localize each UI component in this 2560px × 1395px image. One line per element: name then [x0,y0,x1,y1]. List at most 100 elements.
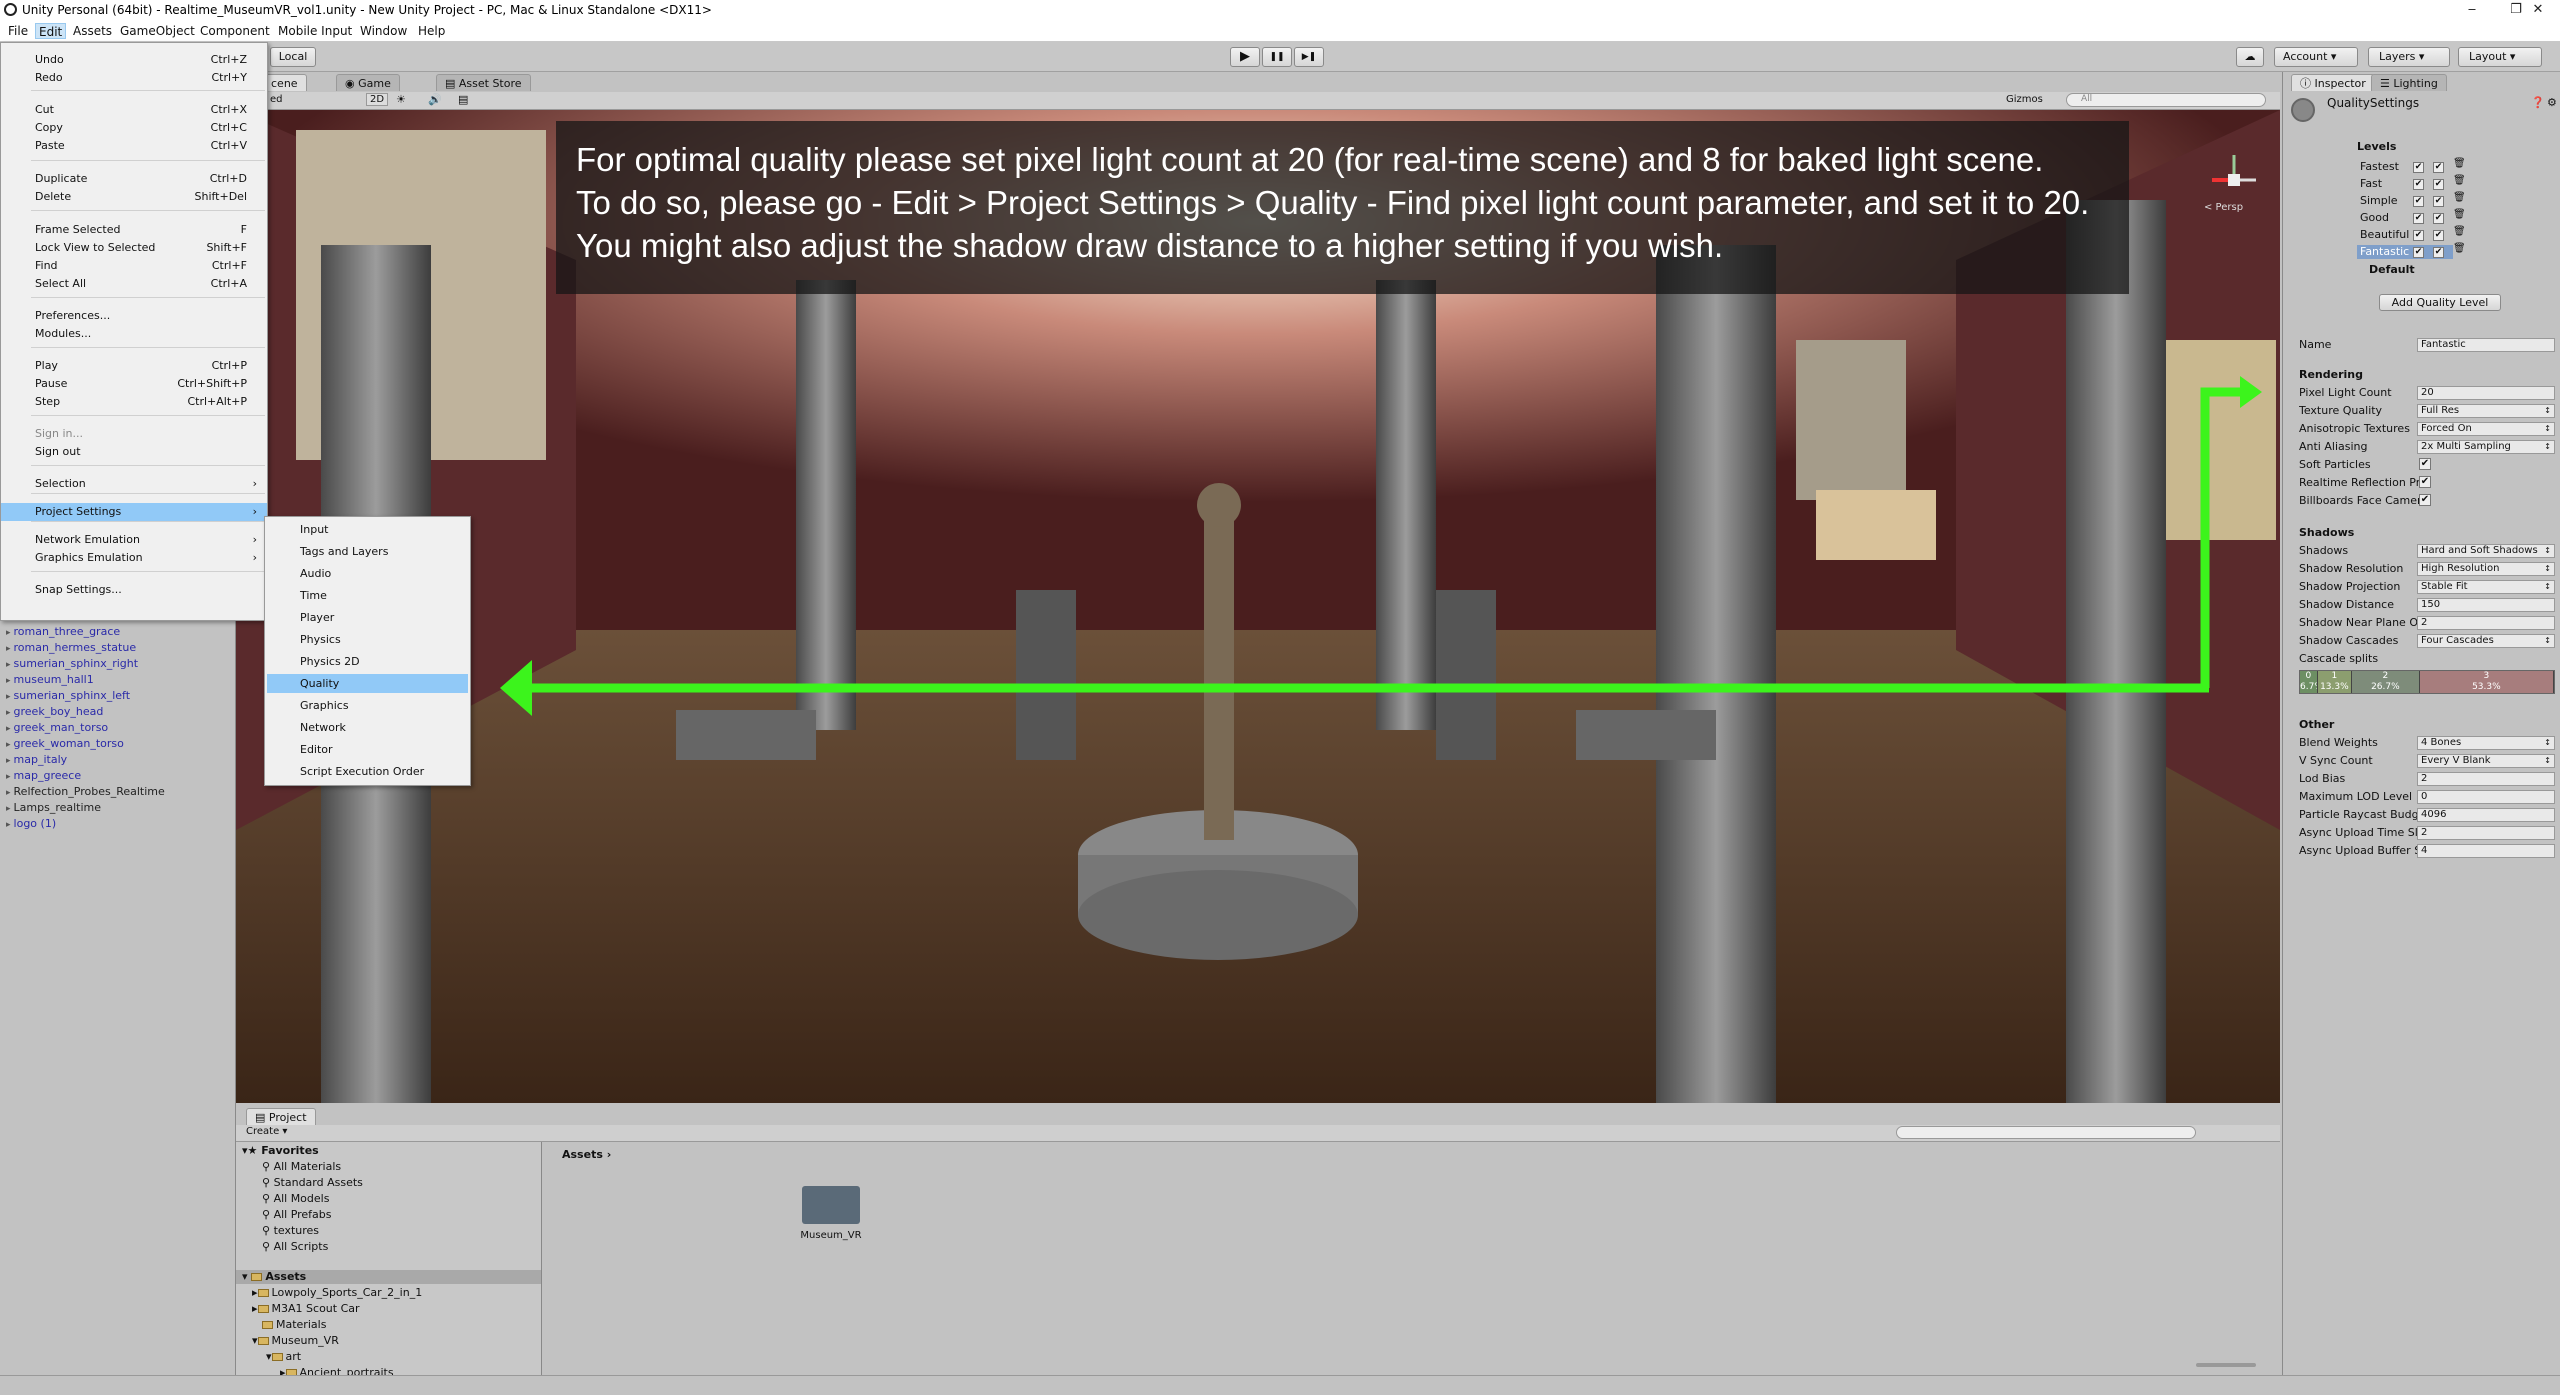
favorite-item[interactable]: ⚲ All Prefabs [262,1208,332,1222]
billboards-face-camera-checkbox[interactable]: ✔ [2419,494,2431,506]
realtime-reflection-probes-checkbox[interactable]: ✔ [2419,476,2431,488]
blend-weights-dropdown[interactable]: 4 Bones [2417,736,2555,750]
edit-menu-item[interactable]: Sign out [1,443,267,461]
edit-menu-item[interactable]: Step Ctrl+Alt+P [1,393,267,411]
hierarchy-item[interactable]: greek_man_torso [6,721,109,736]
menu-component[interactable]: Component [197,23,273,39]
submenu-item[interactable]: Script Execution Order [267,762,468,781]
tab-scene[interactable]: cene [262,74,307,91]
2d-toggle[interactable]: 2D [366,93,389,106]
asset-folder[interactable]: ▸ Lowpoly_Sports_Car_2_in_1 [252,1286,422,1300]
edit-menu-item[interactable]: Select All Ctrl+A [1,275,267,293]
submenu-item[interactable]: Physics [267,630,468,649]
submenu-item[interactable]: Physics 2D [267,652,468,671]
shadows-dropdown[interactable]: Hard and Soft Shadows [2417,544,2555,558]
create-dropdown[interactable]: Create ▾ [246,1126,287,1137]
cloud-icon[interactable]: ☁ [2236,47,2264,67]
submenu-item[interactable]: Editor [267,740,468,759]
shadow-distance-field[interactable]: 150 [2417,598,2555,612]
tab-lighting[interactable]: ☰ Lighting [2371,74,2447,91]
edit-menu-item[interactable]: Redo Ctrl+Y [1,69,267,87]
menu-help[interactable]: Help [415,23,448,39]
submenu-item[interactable]: Quality [267,674,468,693]
hierarchy-item[interactable]: roman_three_grace [6,625,121,640]
menu-edit[interactable]: Edit [35,23,67,39]
hierarchy-item[interactable]: sumerian_sphinx_left [6,689,131,704]
vsync-count-dropdown[interactable]: Every V Blank [2417,754,2555,768]
hierarchy-item[interactable]: museum_hall1 [6,673,94,688]
level-checkboxes[interactable]: ✔ ✔ ✔ ✔ ✔ ✔ ✔ ✔ ✔ ✔ ✔ ✔ [2413,140,2447,272]
cascade-split-segment[interactable]: 1 13.3% [2317,671,2352,693]
light-toggle-icon[interactable]: ☀ [396,93,406,106]
name-field[interactable]: Fantastic [2417,338,2555,352]
cascade-split-segment[interactable]: 2 26.7% [2352,671,2420,693]
tab-inspector[interactable]: ⓘ Inspector [2291,74,2375,91]
minimize-button[interactable]: ‒ [2450,0,2494,20]
anisotropic-textures-dropdown[interactable]: Forced On [2417,422,2555,436]
submenu-item[interactable]: Network [267,718,468,737]
delete-level-icons[interactable]: 🗑 🗑 🗑 🗑 🗑 🗑 [2453,158,2466,262]
hierarchy-item[interactable]: sumerian_sphinx_right [6,657,139,672]
hierarchy-item[interactable]: map_greece [6,769,82,784]
anti-aliasing-dropdown[interactable]: 2x Multi Sampling [2417,440,2555,454]
audio-toggle-icon[interactable]: 🔊 [428,93,442,106]
edit-menu-item[interactable]: Selection › [1,475,267,493]
menu-mobile-input[interactable]: Mobile Input [275,23,355,39]
tab-project[interactable]: ▤ Project [246,1108,316,1125]
cascade-splits-bar[interactable]: 06.7%113.3%226.7%353.3% [2299,670,2555,694]
submenu-item[interactable]: Input [267,520,468,539]
favorite-item[interactable]: ⚲ All Materials [262,1160,341,1174]
hierarchy-item[interactable]: greek_woman_torso [6,737,124,752]
favorites-title[interactable]: ▾★ Favorites [242,1144,319,1158]
add-quality-level-button[interactable]: Add Quality Level [2379,294,2501,311]
async-upload-time-slice-field[interactable]: 2 [2417,826,2555,840]
edit-menu-item[interactable]: Paste Ctrl+V [1,137,267,155]
pixel-light-count-field[interactable]: 20 [2417,386,2555,400]
edit-menu-item[interactable]: Pause Ctrl+Shift+P [1,375,267,393]
edit-menu-item[interactable]: Preferences... [1,307,267,325]
edit-menu-item[interactable]: Graphics Emulation › [1,549,267,567]
edit-menu-item[interactable]: Duplicate Ctrl+D [1,170,267,188]
cascade-split-segment[interactable]: 06.7% [2300,671,2318,693]
menu-gameobject[interactable]: GameObject [117,23,198,39]
account-dropdown[interactable]: Account ▾ [2274,47,2358,67]
close-button[interactable]: ✕ [2516,0,2560,20]
menu-window[interactable]: Window [357,23,410,39]
shadow-projection-dropdown[interactable]: Stable Fit [2417,580,2555,594]
favorite-item[interactable]: ⚲ All Scripts [262,1240,328,1254]
texture-quality-dropdown[interactable]: Full Res [2417,404,2555,418]
submenu-item[interactable]: Time [267,586,468,605]
assets-title[interactable]: ▾ Assets [236,1270,541,1284]
component-help-icon[interactable]: ❓ [2531,96,2545,109]
hierarchy-item[interactable]: greek_boy_head [6,705,104,720]
menu-assets[interactable]: Assets [70,23,115,39]
hierarchy-item[interactable]: Lamps_realtime [6,801,102,816]
edit-menu-item[interactable]: Snap Settings... [1,581,267,599]
favorite-item[interactable]: ⚲ textures [262,1224,319,1238]
step-button[interactable]: ▶❚ [1294,47,1324,67]
soft-particles-checkbox[interactable]: ✔ [2419,458,2431,470]
submenu-item[interactable]: Audio [267,564,468,583]
pause-button[interactable]: ❚❚ [1262,47,1292,67]
edit-menu-item[interactable]: Play Ctrl+P [1,357,267,375]
tab-asset-store[interactable]: ▤ Asset Store [436,74,531,91]
hierarchy-item[interactable]: map_italy [6,753,68,768]
tab-game[interactable]: ◉ Game [336,74,400,91]
favorite-item[interactable]: ⚲ Standard Assets [262,1176,363,1190]
edit-menu-item[interactable]: Undo Ctrl+Z [1,51,267,69]
hierarchy-item[interactable]: logo (1) [6,817,57,832]
zoom-slider[interactable] [2196,1363,2256,1367]
shading-mode-dropdown[interactable]: ed [270,94,283,105]
favorite-item[interactable]: ⚲ All Models [262,1192,329,1206]
effects-toggle-icon[interactable]: ▤ [458,93,468,106]
shadow-cascades-dropdown[interactable]: Four Cascades [2417,634,2555,648]
asset-folder[interactable]: ▾ art [266,1350,301,1364]
layout-dropdown[interactable]: Layout ▾ [2458,47,2542,67]
asset-folder[interactable]: ▸ M3A1 Scout Car [252,1302,360,1316]
pivot-local-button[interactable]: Local [270,47,316,67]
edit-menu-item[interactable]: Network Emulation › [1,531,267,549]
edit-menu-item[interactable]: Modules... [1,325,267,343]
edit-menu-item[interactable]: Frame Selected F [1,221,267,239]
edit-menu-item[interactable]: Sign in... [1,425,267,443]
project-search-input[interactable] [1896,1126,2196,1139]
